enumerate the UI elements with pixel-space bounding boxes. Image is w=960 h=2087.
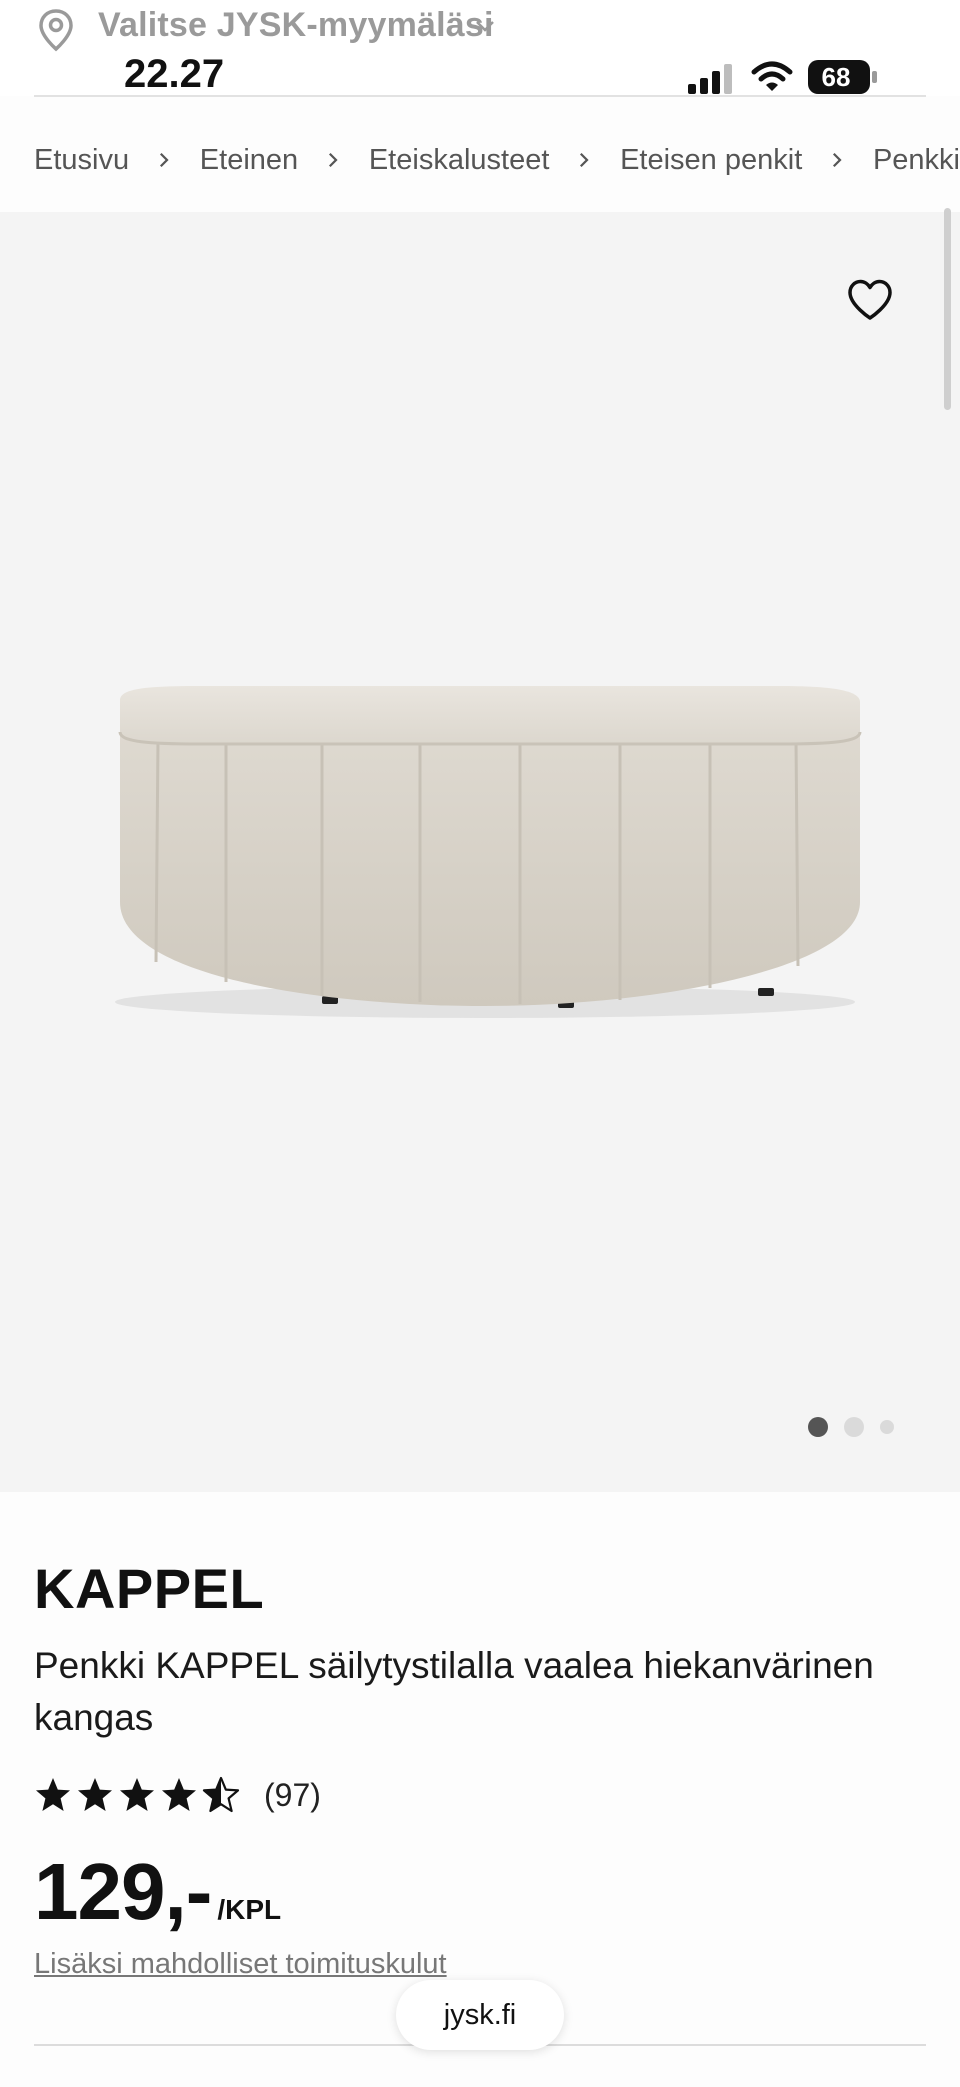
review-count[interactable]: (97) xyxy=(264,1777,321,1814)
product-name: KAPPEL xyxy=(34,1557,265,1620)
breadcrumb-item-etusivu[interactable]: Etusivu xyxy=(34,144,129,177)
chevron-right-icon xyxy=(833,152,842,168)
store-selector[interactable]: Valitse JYSK-myymäläsi xyxy=(98,6,494,45)
chevron-right-icon xyxy=(580,152,589,168)
breadcrumb-item-penkki[interactable]: Penkki xyxy=(873,144,960,177)
star-filled-icon xyxy=(36,1778,70,1811)
location-pin-icon[interactable] xyxy=(36,8,76,52)
chevron-right-icon xyxy=(329,152,338,168)
gallery-dot[interactable] xyxy=(880,1420,894,1434)
breadcrumb-item-eteiskalusteet[interactable]: Eteiskalusteet xyxy=(369,144,550,177)
battery-icon: 68 xyxy=(808,60,878,94)
product-description: Penkki KAPPEL säilytystilalla vaalea hie… xyxy=(34,1645,874,1738)
wifi-icon xyxy=(751,61,793,91)
scrollbar[interactable] xyxy=(944,208,951,410)
price-value: 129,- xyxy=(34,1847,212,1936)
gallery-dot[interactable] xyxy=(808,1417,828,1437)
product-image[interactable] xyxy=(90,670,880,1030)
star-half-icon xyxy=(202,1776,240,1813)
top-bar: Valitse JYSK-myymäläsi 22.27 68 xyxy=(0,0,960,97)
status-time: 22.27 xyxy=(124,52,225,96)
price-unit: /KPL xyxy=(217,1894,282,1925)
breadcrumb-item-eteisen-penkit[interactable]: Eteisen penkit xyxy=(620,144,802,177)
breadcrumb: Etusivu Eteinen Eteiskalusteet Eteisen p… xyxy=(0,130,960,190)
star-filled-icon xyxy=(78,1778,112,1811)
battery-level: 68 xyxy=(821,62,851,92)
gallery-dot[interactable] xyxy=(844,1417,864,1437)
star-filled-icon xyxy=(162,1778,196,1811)
price: 129,- /KPL xyxy=(34,1846,281,1938)
chevron-down-icon[interactable] xyxy=(474,18,496,34)
divider xyxy=(34,95,926,97)
gallery-pagination xyxy=(808,1414,894,1440)
browser-url-pill[interactable]: jysk.fi xyxy=(396,1980,564,2050)
breadcrumb-item-eteinen[interactable]: Eteinen xyxy=(200,144,298,177)
cellular-signal-icon xyxy=(688,64,732,94)
product-rating[interactable]: (97) xyxy=(34,1772,321,1818)
heart-icon[interactable] xyxy=(846,278,894,322)
shipping-costs-link[interactable]: Lisäksi mahdolliset toimituskulut xyxy=(34,1948,447,1981)
star-filled-icon xyxy=(120,1778,154,1811)
chevron-right-icon xyxy=(160,152,169,168)
